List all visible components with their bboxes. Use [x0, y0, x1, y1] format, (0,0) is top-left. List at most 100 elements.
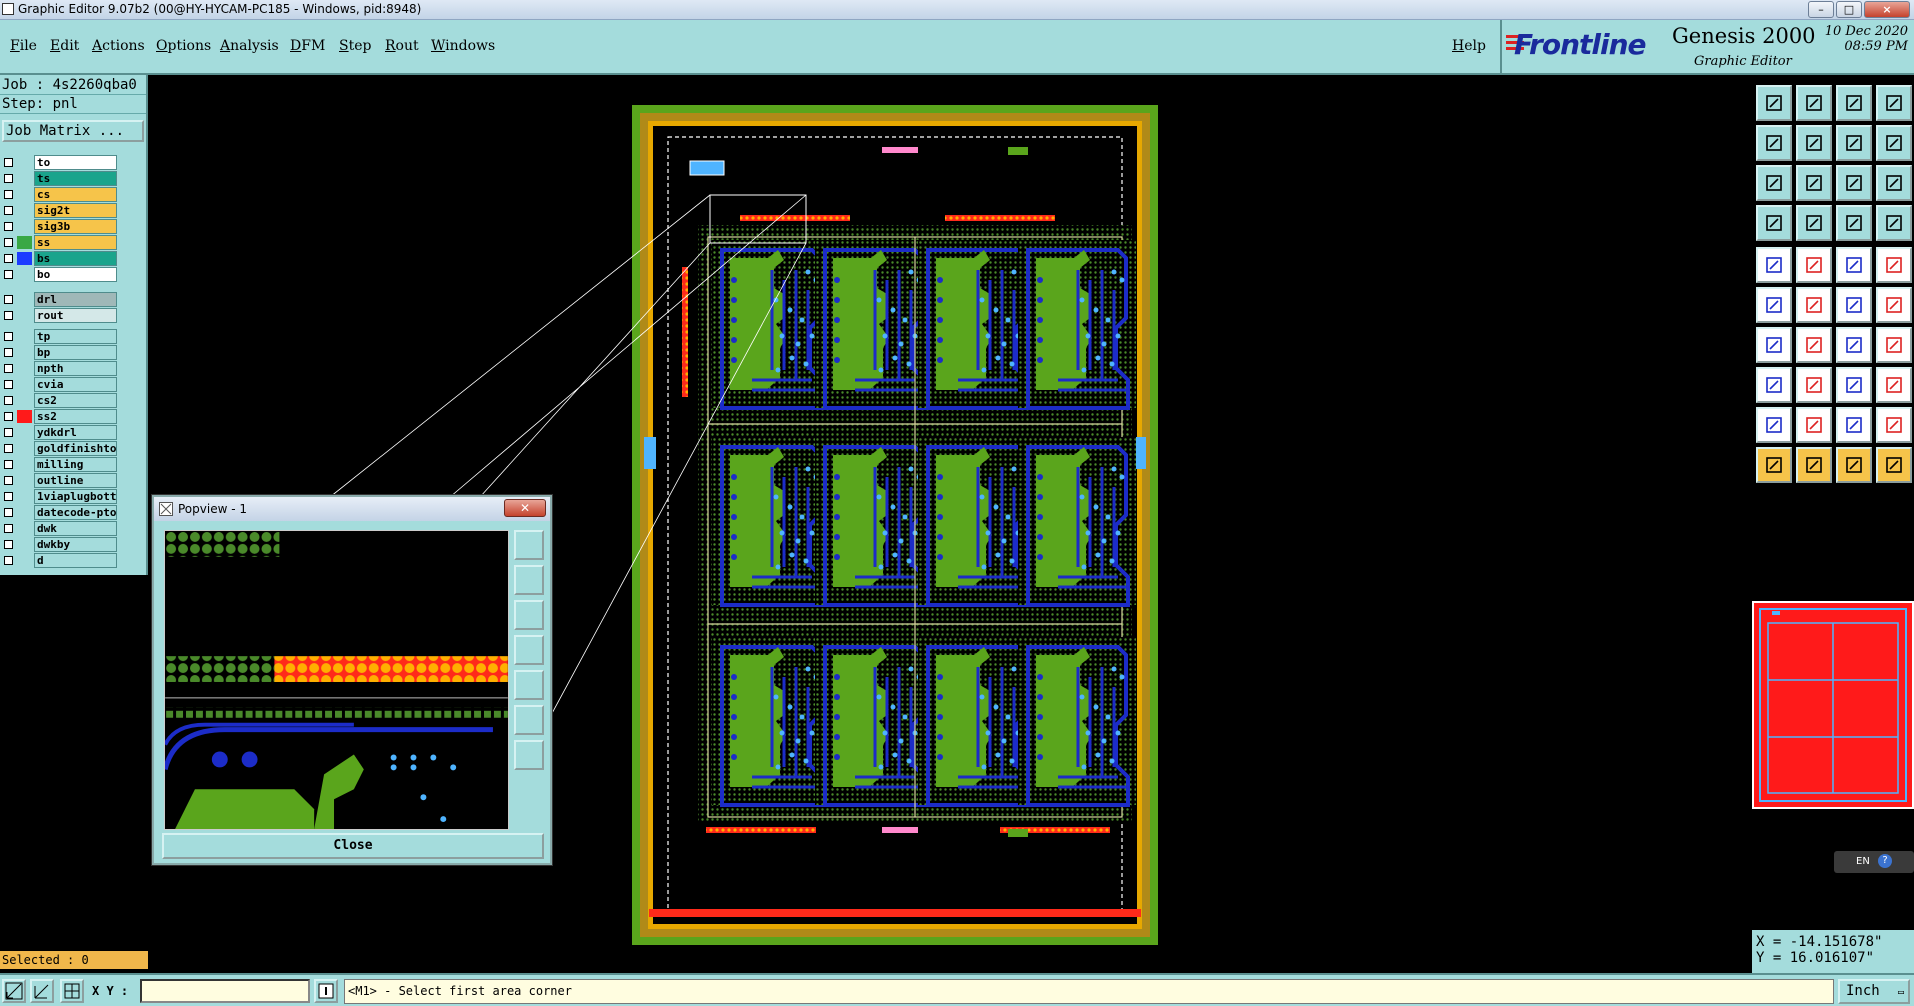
- layer-row-ss2[interactable]: ss2: [0, 409, 118, 424]
- layer-row-bp[interactable]: bp: [0, 345, 118, 360]
- layer-color-swatch[interactable]: [17, 538, 32, 551]
- tool-import-button[interactable]: [1796, 85, 1832, 121]
- snap-icon[interactable]: [2, 979, 26, 1003]
- layer-checkbox[interactable]: [4, 206, 13, 215]
- layer-checkbox[interactable]: [4, 396, 13, 405]
- tool-select-box-button[interactable]: [1796, 447, 1832, 483]
- layer-checkbox[interactable]: [4, 492, 13, 501]
- menu-analysis[interactable]: Analysis: [220, 38, 279, 54]
- layer-color-swatch[interactable]: [17, 522, 32, 535]
- menu-edit[interactable]: Edit: [50, 38, 79, 54]
- tool-home-button[interactable]: [1836, 85, 1872, 121]
- layer-color-swatch[interactable]: [17, 172, 32, 185]
- menu-rout[interactable]: Rout: [385, 38, 419, 54]
- layer-checkbox[interactable]: [4, 190, 13, 199]
- layer-checkbox[interactable]: [4, 348, 13, 357]
- tool-net-b-button[interactable]: [1876, 205, 1912, 241]
- layer-checkbox[interactable]: [4, 332, 13, 341]
- layer-checkbox[interactable]: [4, 364, 13, 373]
- layer-color-swatch[interactable]: [17, 346, 32, 359]
- tool-node-alt-button[interactable]: [1876, 287, 1912, 323]
- tool-snapshot-button[interactable]: [1756, 205, 1792, 241]
- layer-row-cs[interactable]: cs: [0, 187, 118, 202]
- popview-pan-down-button[interactable]: [514, 600, 544, 630]
- layer-checkbox[interactable]: [4, 174, 13, 183]
- job-matrix-button[interactable]: Job Matrix ...: [2, 120, 144, 142]
- layer-name[interactable]: ss: [34, 235, 117, 250]
- tool-pin-button[interactable]: [1836, 367, 1872, 403]
- layer-checkbox[interactable]: [4, 295, 13, 304]
- xy-input[interactable]: [140, 979, 310, 1003]
- layer-row-cvia[interactable]: cvia: [0, 377, 118, 392]
- tool-dot-button[interactable]: [1876, 247, 1912, 283]
- popview-pan-left-button[interactable]: [514, 635, 544, 665]
- tool-cross-button[interactable]: [1796, 287, 1832, 323]
- layer-row-to[interactable]: to: [0, 155, 118, 170]
- menu-file[interactable]: File: [10, 38, 37, 54]
- layer-color-swatch[interactable]: [17, 410, 32, 423]
- layer-row-1viaplugbott[interactable]: 1viaplugbott: [0, 489, 118, 504]
- layer-name[interactable]: ydkdrl: [34, 425, 117, 440]
- layer-checkbox[interactable]: [4, 428, 13, 437]
- tool-pad-button[interactable]: [1756, 247, 1792, 283]
- layer-checkbox[interactable]: [4, 380, 13, 389]
- layer-name[interactable]: drl: [34, 292, 117, 307]
- tool-zoom-center-button[interactable]: [1796, 165, 1832, 201]
- layer-row-cs2[interactable]: cs2: [0, 393, 118, 408]
- layer-name[interactable]: 1viaplugbott: [34, 489, 117, 504]
- tool-zoom-fit-button[interactable]: [1756, 165, 1792, 201]
- grid-icon[interactable]: [60, 979, 84, 1003]
- tool-net-a-button[interactable]: [1836, 205, 1872, 241]
- tool-chip-button[interactable]: [1876, 367, 1912, 403]
- menu-step[interactable]: Step: [339, 38, 371, 54]
- layer-name[interactable]: bs: [34, 251, 117, 266]
- layer-checkbox[interactable]: [4, 460, 13, 469]
- popview-pan-right-button[interactable]: [514, 670, 544, 700]
- tool-connect-button[interactable]: [1756, 287, 1792, 323]
- popview-zoom-in-button[interactable]: [514, 705, 544, 735]
- layer-checkbox[interactable]: [4, 524, 13, 533]
- layer-checkbox[interactable]: [4, 412, 13, 421]
- tool-one-to-one-button[interactable]: [1836, 165, 1872, 201]
- menu-actions[interactable]: Actions: [92, 38, 145, 54]
- layer-checkbox[interactable]: [4, 508, 13, 517]
- layer-color-swatch[interactable]: [17, 156, 32, 169]
- info-icon[interactable]: [314, 979, 338, 1003]
- menu-options[interactable]: Options: [156, 38, 211, 54]
- layer-checkbox[interactable]: [4, 254, 13, 263]
- layer-color-swatch[interactable]: [17, 426, 32, 439]
- layer-name[interactable]: dwkby: [34, 537, 117, 552]
- popview-close-icon[interactable]: ✕: [504, 499, 546, 517]
- popview-canvas[interactable]: [164, 530, 509, 830]
- layer-color-swatch[interactable]: [17, 220, 32, 233]
- menu-windows[interactable]: Windows: [431, 38, 495, 54]
- tool-reverse-button[interactable]: [1876, 125, 1912, 161]
- layer-row-dwk[interactable]: dwk: [0, 521, 118, 536]
- layer-name[interactable]: sig3b: [34, 219, 117, 234]
- layer-name[interactable]: ss2: [34, 409, 117, 424]
- layer-name[interactable]: sig2t: [34, 203, 117, 218]
- tool-route-button[interactable]: [1876, 447, 1912, 483]
- tool-select-alt-button[interactable]: [1836, 447, 1872, 483]
- layer-name[interactable]: tp: [34, 329, 117, 344]
- layer-name[interactable]: datecode-pto: [34, 505, 117, 520]
- layer-color-swatch[interactable]: [17, 506, 32, 519]
- layer-checkbox[interactable]: [4, 444, 13, 453]
- layer-color-swatch[interactable]: [17, 442, 32, 455]
- layer-checkbox[interactable]: [4, 158, 13, 167]
- layer-color-swatch[interactable]: [17, 293, 32, 306]
- layer-row-ss[interactable]: ss: [0, 235, 118, 250]
- tool-text-button[interactable]: [1876, 327, 1912, 363]
- layer-checkbox[interactable]: [4, 222, 13, 231]
- layer-row-tp[interactable]: tp: [0, 329, 118, 344]
- menu-dfm[interactable]: DFM: [290, 38, 325, 54]
- layer-checkbox[interactable]: [4, 556, 13, 565]
- popview-close-button[interactable]: Close: [162, 833, 544, 859]
- layer-color-swatch[interactable]: [17, 554, 32, 567]
- tool-measure-button[interactable]: [1836, 247, 1872, 283]
- layer-row-goldfinishto[interactable]: goldfinishto: [0, 441, 118, 456]
- tool-slash-button[interactable]: [1796, 327, 1832, 363]
- menu-help[interactable]: Help: [1452, 38, 1486, 54]
- layer-row-datecode-pto[interactable]: datecode-pto: [0, 505, 118, 520]
- tool-question-button[interactable]: [1876, 165, 1912, 201]
